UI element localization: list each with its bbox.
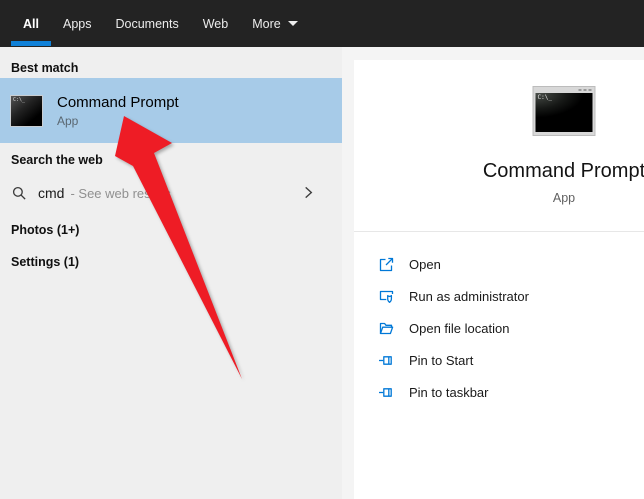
action-run-as-administrator-label: Run as administrator: [409, 289, 529, 304]
pin-to-start-icon: [378, 352, 395, 369]
best-match-text: Command Prompt App: [57, 94, 179, 128]
web-suffix-text: - See web results: [70, 186, 170, 201]
tab-all[interactable]: All: [11, 0, 51, 47]
chevron-down-filled-icon: [288, 21, 298, 26]
search-icon: [12, 186, 27, 201]
tab-more[interactable]: More: [240, 0, 309, 47]
action-pin-to-taskbar-label: Pin to taskbar: [409, 385, 489, 400]
action-pin-to-start-label: Pin to Start: [409, 353, 473, 368]
action-open[interactable]: Open: [378, 248, 644, 280]
settings-group-header: Settings (1): [11, 255, 79, 269]
tab-apps-label: Apps: [63, 17, 92, 31]
cmd-terminal-icon-large: C:\_: [533, 86, 596, 136]
detail-panel: C:\_ Command Prompt App Open Run: [354, 60, 644, 499]
terminal-screen: C:\_: [536, 93, 593, 132]
tab-web-label: Web: [203, 17, 228, 31]
best-match-subtitle: App: [57, 114, 179, 128]
action-list: Open Run as administrator Open file loca…: [378, 248, 644, 408]
search-results-flyout: { "colors": { "header_bg": "#232323", "a…: [0, 0, 644, 499]
open-icon: [378, 256, 395, 273]
search-filter-bar: All Apps Documents Web More: [0, 0, 644, 47]
web-query-text: cmd: [38, 185, 64, 201]
action-open-label: Open: [409, 257, 441, 272]
tab-apps[interactable]: Apps: [51, 0, 104, 47]
detail-title: Command Prompt: [354, 160, 644, 183]
divider: [354, 231, 644, 232]
best-match-title: Command Prompt: [57, 94, 179, 111]
cmd-prompt-text: C:\_: [538, 94, 552, 101]
detail-subtitle: App: [354, 191, 644, 205]
run-as-administrator-shield-icon: [378, 288, 395, 305]
best-match-result-command-prompt[interactable]: C:\_ Command Prompt App: [0, 78, 342, 143]
open-file-location-folder-icon: [378, 320, 395, 337]
tab-all-label: All: [23, 17, 39, 31]
chevron-right-icon[interactable]: [301, 185, 316, 200]
cmd-prompt-text: C:\_: [13, 97, 25, 103]
tab-documents-label: Documents: [115, 17, 178, 31]
best-match-header: Best match: [11, 61, 78, 75]
search-the-web-header: Search the web: [11, 153, 103, 167]
action-open-file-location[interactable]: Open file location: [378, 312, 644, 344]
action-pin-to-taskbar[interactable]: Pin to taskbar: [378, 376, 644, 408]
tab-more-label: More: [252, 17, 280, 31]
cmd-terminal-icon: C:\_: [10, 95, 43, 127]
web-result-row[interactable]: cmd - See web results: [0, 174, 342, 212]
photos-group-header: Photos (1+): [11, 223, 79, 237]
action-open-file-location-label: Open file location: [409, 321, 509, 336]
action-run-as-administrator[interactable]: Run as administrator: [378, 280, 644, 312]
tab-web[interactable]: Web: [191, 0, 240, 47]
tab-documents[interactable]: Documents: [103, 0, 190, 47]
pin-to-taskbar-icon: [378, 384, 395, 401]
results-panel: Best match C:\_ Command Prompt App Searc…: [0, 47, 342, 499]
action-pin-to-start[interactable]: Pin to Start: [378, 344, 644, 376]
